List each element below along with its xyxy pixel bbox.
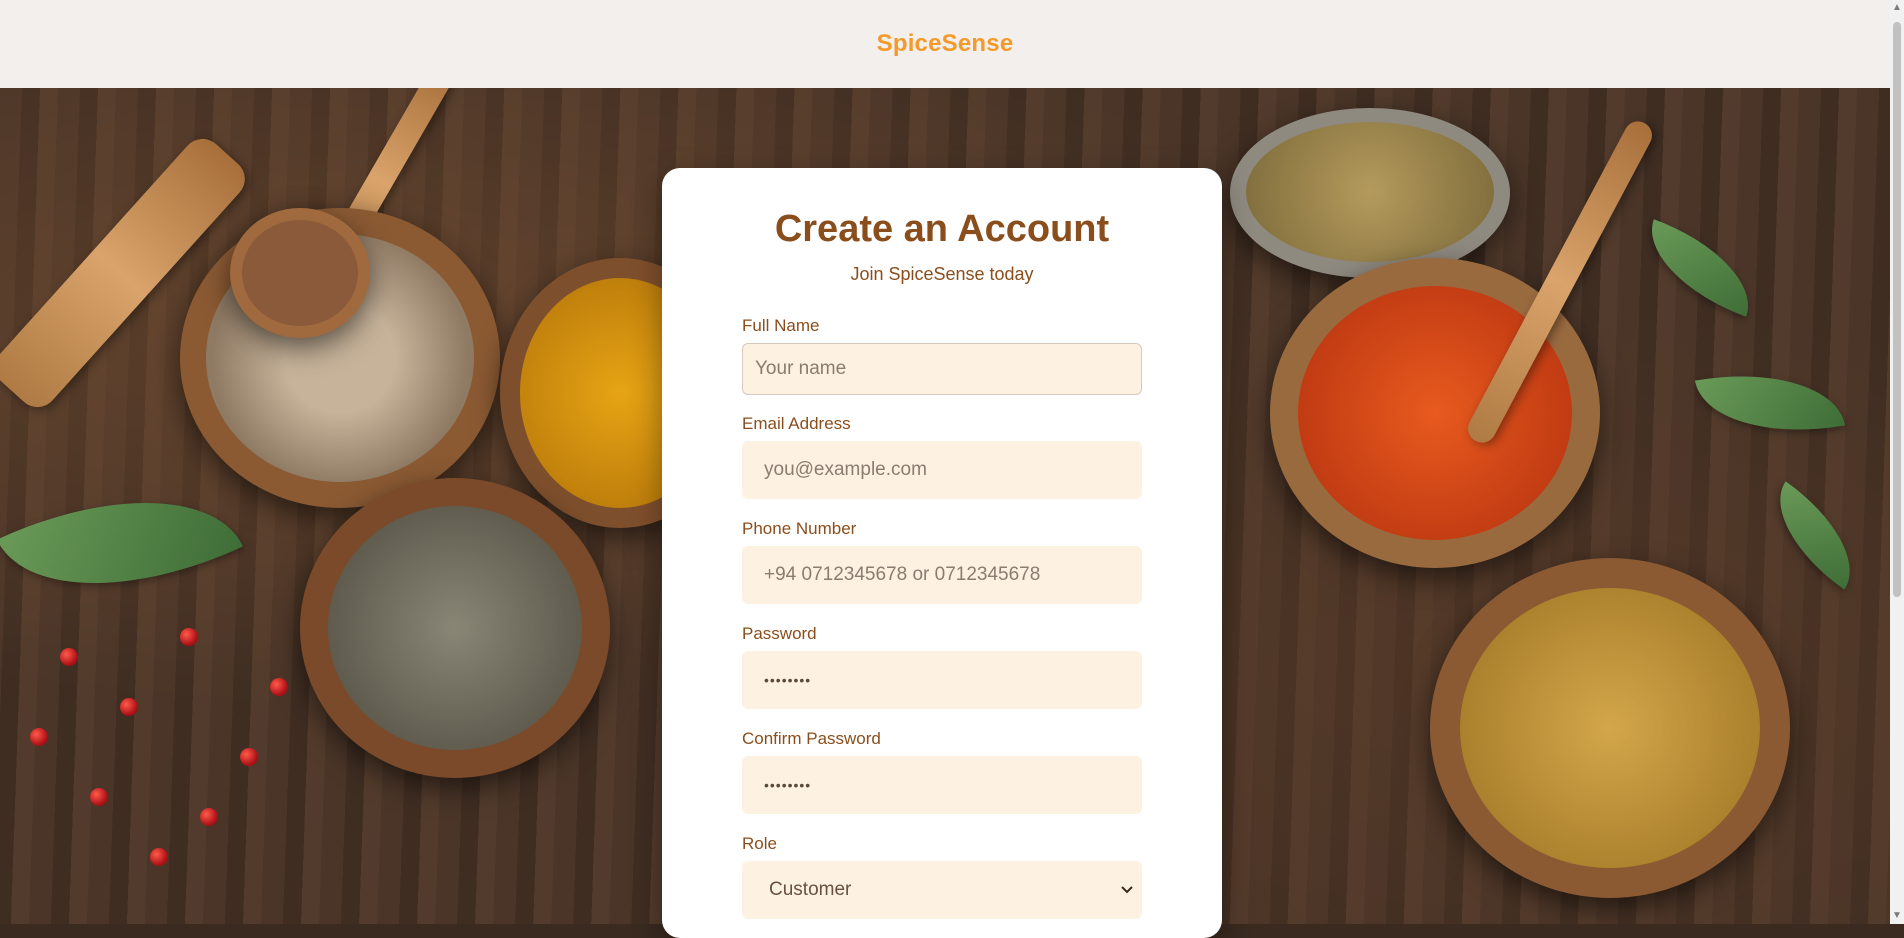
- page-title: Create an Account: [774, 208, 1110, 250]
- role-label: Role: [742, 834, 777, 853]
- brand-logo-text[interactable]: SpiceSense: [877, 30, 1014, 58]
- phone-placeholder: +94 0712345678 or 0712345678: [764, 564, 1041, 585]
- page-scrollbar[interactable]: ▲ ▼: [1890, 0, 1904, 924]
- password-placeholder: ••••••••: [764, 672, 812, 688]
- confirm-password-label: Confirm Password: [742, 729, 881, 748]
- top-header: SpiceSense: [0, 0, 1890, 88]
- arrow-up-icon[interactable]: ▲: [1890, 0, 1904, 16]
- full-name-label: Full Name: [742, 316, 820, 335]
- email-placeholder: you@example.com: [764, 459, 927, 480]
- phone-label: Phone Number: [742, 519, 857, 538]
- role-select[interactable]: Customer: [742, 861, 1142, 919]
- email-input[interactable]: you@example.com: [742, 441, 1142, 499]
- phone-input[interactable]: +94 0712345678 or 0712345678: [742, 546, 1142, 604]
- confirm-password-placeholder: ••••••••: [764, 777, 812, 793]
- password-label: Password: [742, 624, 817, 643]
- confirm-password-input[interactable]: ••••••••: [742, 756, 1142, 814]
- scrollbar-thumb[interactable]: [1893, 22, 1901, 597]
- role-selected-value: Customer: [769, 879, 852, 900]
- chevron-down-icon: [1121, 881, 1133, 899]
- full-name-placeholder: Your name: [755, 358, 847, 379]
- email-label: Email Address: [742, 414, 851, 433]
- arrow-down-icon[interactable]: ▼: [1890, 908, 1904, 924]
- page-subtitle: Join SpiceSense today: [850, 264, 1034, 284]
- signup-card: Create an Account Join SpiceSense today …: [662, 168, 1222, 938]
- password-input[interactable]: ••••••••: [742, 651, 1142, 709]
- full-name-input[interactable]: Your name: [742, 343, 1142, 395]
